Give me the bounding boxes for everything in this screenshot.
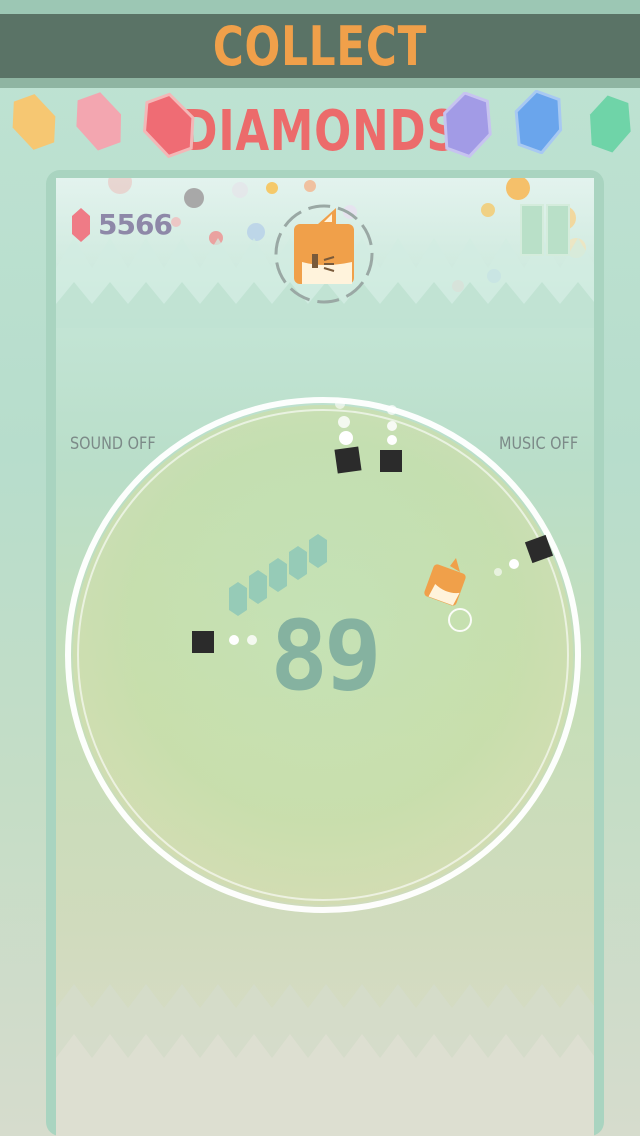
- banner-strip: [0, 78, 640, 88]
- pause-icon: [546, 204, 570, 256]
- green-gem-icon: [590, 95, 631, 153]
- fox-avatar-icon: [294, 208, 354, 284]
- character-select-button[interactable]: [272, 202, 376, 306]
- pause-button[interactable]: [516, 204, 570, 256]
- game-screen[interactable]: 5566 SOUND OFF MUSIC OFF 89: [56, 178, 594, 1136]
- pink-gem-icon: [76, 92, 122, 151]
- score-counter: 89: [270, 600, 382, 712]
- headline-collect: COLLECT: [212, 15, 428, 78]
- bottom-zigzag-pattern: [56, 984, 594, 1136]
- diamond-count: 5566: [98, 208, 173, 241]
- banner-strip: [0, 0, 640, 14]
- pink-gem-icon: [72, 208, 90, 242]
- purple-gem-icon: [443, 92, 492, 158]
- blue-gem-icon: [514, 90, 563, 154]
- yellow-gem-icon: [12, 94, 56, 150]
- red-gem-icon: [142, 92, 195, 158]
- pause-icon: [520, 204, 544, 256]
